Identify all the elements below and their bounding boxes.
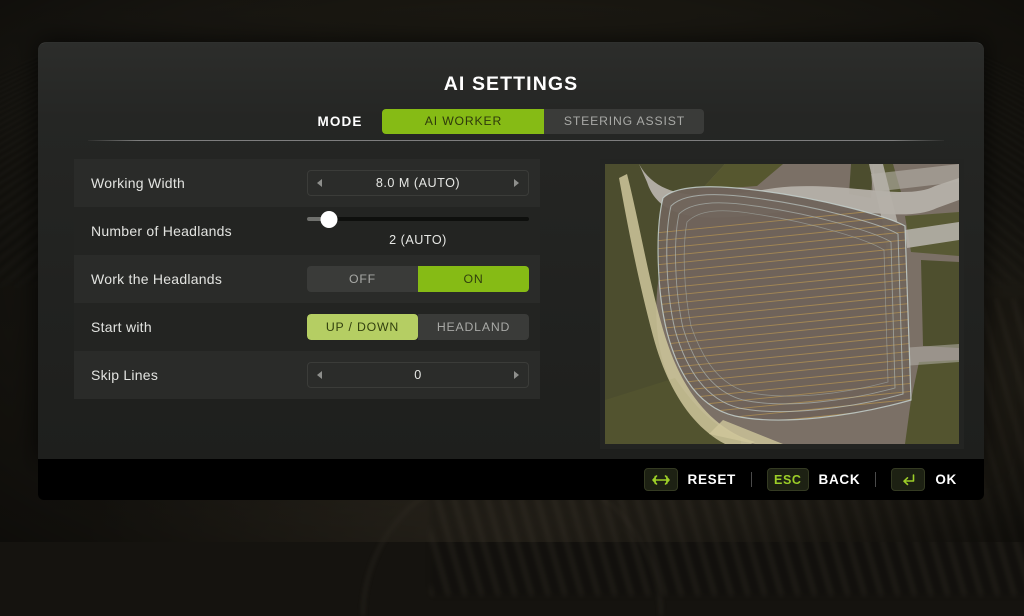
enter-arrow-icon[interactable] (891, 468, 925, 491)
settings-list: Working Width 8.0 M (AUTO) Number of Hea… (74, 159, 540, 399)
field-map-preview[interactable] (600, 159, 964, 449)
skip-lines-spinner[interactable]: 0 (307, 362, 529, 388)
setting-control: 2 (AUTO) (307, 207, 529, 255)
work-headlands-toggle: OFF ON (307, 266, 529, 292)
triangle-right-icon[interactable] (514, 371, 519, 379)
triangle-right-icon[interactable] (514, 179, 519, 187)
esc-keycap[interactable]: ESC (767, 468, 809, 491)
setting-row-start-with[interactable]: Start with UP / DOWN HEADLAND (74, 303, 540, 351)
slider-track[interactable] (307, 217, 529, 221)
working-width-spinner[interactable]: 8.0 M (AUTO) (307, 170, 529, 196)
setting-row-working-width[interactable]: Working Width 8.0 M (AUTO) (74, 159, 540, 207)
hint-separator (875, 472, 876, 487)
setting-label: Number of Headlands (91, 223, 232, 239)
setting-control: UP / DOWN HEADLAND (307, 314, 529, 340)
mode-segmented-control: AI WORKER STEERING ASSIST (382, 109, 704, 134)
tab-ai-worker[interactable]: AI WORKER (382, 109, 544, 134)
left-right-arrow-icon[interactable] (644, 468, 678, 491)
setting-label: Start with (91, 319, 152, 335)
setting-row-number-of-headlands[interactable]: Number of Headlands 2 (AUTO) (74, 207, 540, 255)
header-divider (88, 140, 944, 141)
setting-control: 8.0 M (AUTO) (307, 170, 529, 196)
mode-row: MODE AI WORKER STEERING ASSIST (38, 109, 984, 134)
work-headlands-on[interactable]: ON (418, 266, 529, 292)
setting-control: 0 (307, 362, 529, 388)
bottom-action-bar: RESET ESC BACK OK (38, 459, 984, 500)
setting-control: OFF ON (307, 266, 529, 292)
back-button[interactable]: BACK (819, 472, 861, 487)
working-width-value: 8.0 M (AUTO) (322, 176, 514, 190)
left-right-arrow-glyph (652, 474, 670, 486)
hint-ok[interactable]: OK (891, 468, 957, 491)
setting-row-work-the-headlands[interactable]: Work the Headlands OFF ON (74, 255, 540, 303)
field-map-graphic (605, 164, 959, 444)
start-with-up-down[interactable]: UP / DOWN (307, 314, 418, 340)
tab-steering-assist[interactable]: STEERING ASSIST (544, 109, 704, 134)
setting-label: Working Width (91, 175, 185, 191)
work-headlands-off[interactable]: OFF (307, 266, 418, 292)
ok-button[interactable]: OK (935, 472, 957, 487)
headlands-value: 2 (AUTO) (307, 233, 529, 247)
page-title: AI SETTINGS (38, 73, 984, 96)
headlands-slider[interactable]: 2 (AUTO) (307, 207, 529, 255)
hint-back[interactable]: ESC BACK (767, 468, 860, 491)
field-map-canvas (605, 164, 959, 444)
setting-label: Work the Headlands (91, 271, 222, 287)
start-with-toggle: UP / DOWN HEADLAND (307, 314, 529, 340)
start-with-headland[interactable]: HEADLAND (418, 314, 529, 340)
hint-separator (751, 472, 752, 487)
hint-reset[interactable]: RESET (644, 468, 737, 491)
esc-key-label: ESC (774, 473, 802, 487)
setting-label: Skip Lines (91, 367, 158, 383)
setting-row-skip-lines[interactable]: Skip Lines 0 (74, 351, 540, 399)
ai-settings-dialog: AI SETTINGS MODE AI WORKER STEERING ASSI… (38, 42, 984, 459)
skip-lines-value: 0 (322, 368, 514, 382)
slider-knob[interactable] (321, 211, 338, 228)
mode-label: MODE (318, 114, 363, 129)
reset-button[interactable]: RESET (688, 472, 737, 487)
enter-arrow-glyph (900, 473, 916, 487)
